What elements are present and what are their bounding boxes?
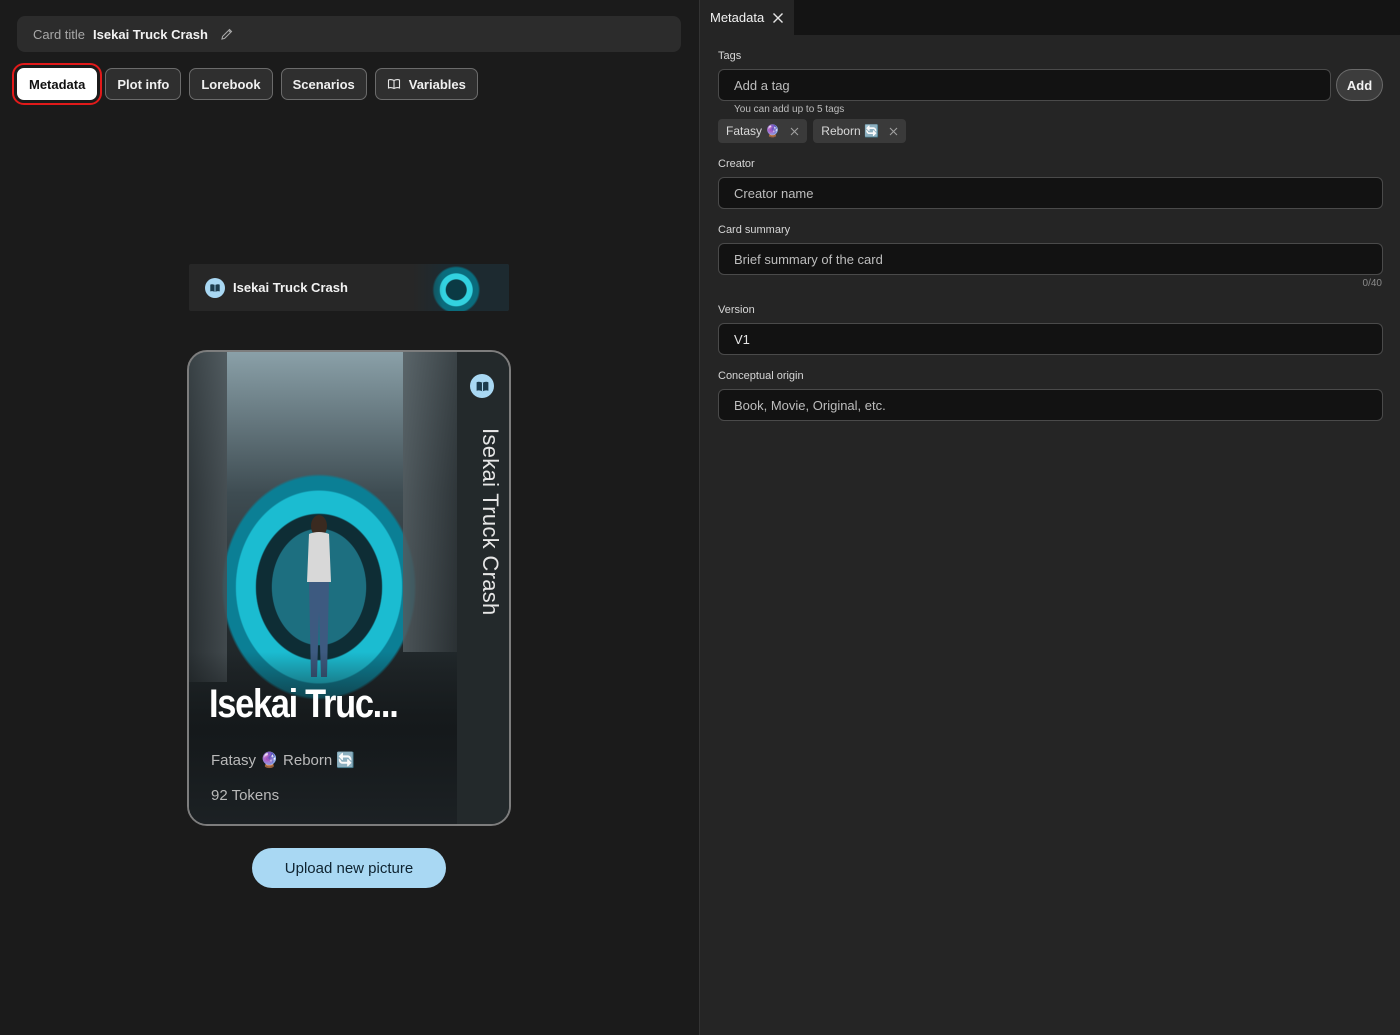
card-summary-input[interactable] — [718, 243, 1383, 275]
add-tag-button[interactable]: Add — [1336, 69, 1383, 101]
section-tabs: Metadata Plot info Lorebook Scenarios Va… — [11, 63, 478, 105]
remove-tag-icon[interactable] — [889, 127, 898, 136]
tab-lorebook[interactable]: Lorebook — [189, 68, 273, 100]
creator-input[interactable] — [718, 177, 1383, 209]
tags-hint: You can add up to 5 tags — [734, 104, 845, 115]
conceptual-origin-label: Conceptual origin — [718, 370, 804, 382]
tab-metadata[interactable]: Metadata — [11, 63, 103, 105]
panel-tab-metadata[interactable]: Metadata — [700, 0, 794, 35]
banner-thumbnail — [413, 264, 509, 311]
edit-pencil-icon[interactable] — [220, 27, 234, 41]
tag-chip-label: Reborn 🔄 — [821, 124, 879, 138]
remove-tag-icon[interactable] — [790, 127, 799, 136]
book-icon — [205, 277, 225, 298]
tags-label: Tags — [718, 50, 742, 62]
version-input[interactable] — [718, 323, 1383, 355]
tag-chip: Fatasy 🔮 — [718, 119, 808, 143]
card-title-bar: Card title Isekai Truck Crash — [17, 16, 681, 52]
conceptual-origin-input[interactable] — [718, 389, 1383, 421]
metadata-panel: Metadata Tags Add You can add up to 5 ta… — [699, 0, 1400, 1035]
card-vertical-title: Isekai Truck Crash — [478, 428, 503, 616]
summary-char-counter: 0/40 — [1362, 278, 1382, 289]
editor-pane: Card title Isekai Truck Crash Metadata P… — [0, 0, 699, 1035]
close-icon[interactable] — [772, 12, 784, 24]
tag-chip-label: Fatasy 🔮 — [726, 124, 781, 138]
card-side-strip: Isekai Truck Crash — [457, 352, 509, 824]
tab-variables-label: Variables — [408, 76, 466, 92]
tag-input[interactable] — [718, 69, 1331, 101]
card-title-value: Isekai Truck Crash — [93, 26, 208, 42]
tab-plot-info[interactable]: Plot info — [105, 68, 182, 100]
tag-chip: Reborn 🔄 — [813, 119, 906, 143]
card-preview: Isekai Truc... Fatasy 🔮 Reborn 🔄 92 Toke… — [187, 350, 511, 826]
book-icon — [387, 79, 400, 90]
panel-tabstrip: Metadata — [700, 0, 1400, 35]
banner-title: Isekai Truck Crash — [233, 280, 348, 295]
book-icon — [470, 374, 494, 398]
card-banner-preview: Isekai Truck Crash — [189, 264, 509, 311]
card-title-label: Card title — [33, 26, 86, 42]
card-summary-label: Card summary — [718, 224, 791, 236]
upload-picture-button[interactable]: Upload new picture — [252, 848, 446, 888]
creator-label: Creator — [718, 158, 755, 170]
tab-variables[interactable]: Variables — [374, 68, 478, 100]
card-big-title: Isekai Truc... — [209, 682, 399, 726]
version-label: Version — [718, 304, 755, 316]
card-tags-line: Fatasy 🔮 Reborn 🔄 — [211, 752, 356, 769]
tab-scenarios[interactable]: Scenarios — [280, 68, 367, 100]
card-token-count: 92 Tokens — [211, 787, 280, 804]
tag-chips: Fatasy 🔮 Reborn 🔄 — [718, 119, 906, 143]
panel-tab-label: Metadata — [710, 10, 765, 25]
